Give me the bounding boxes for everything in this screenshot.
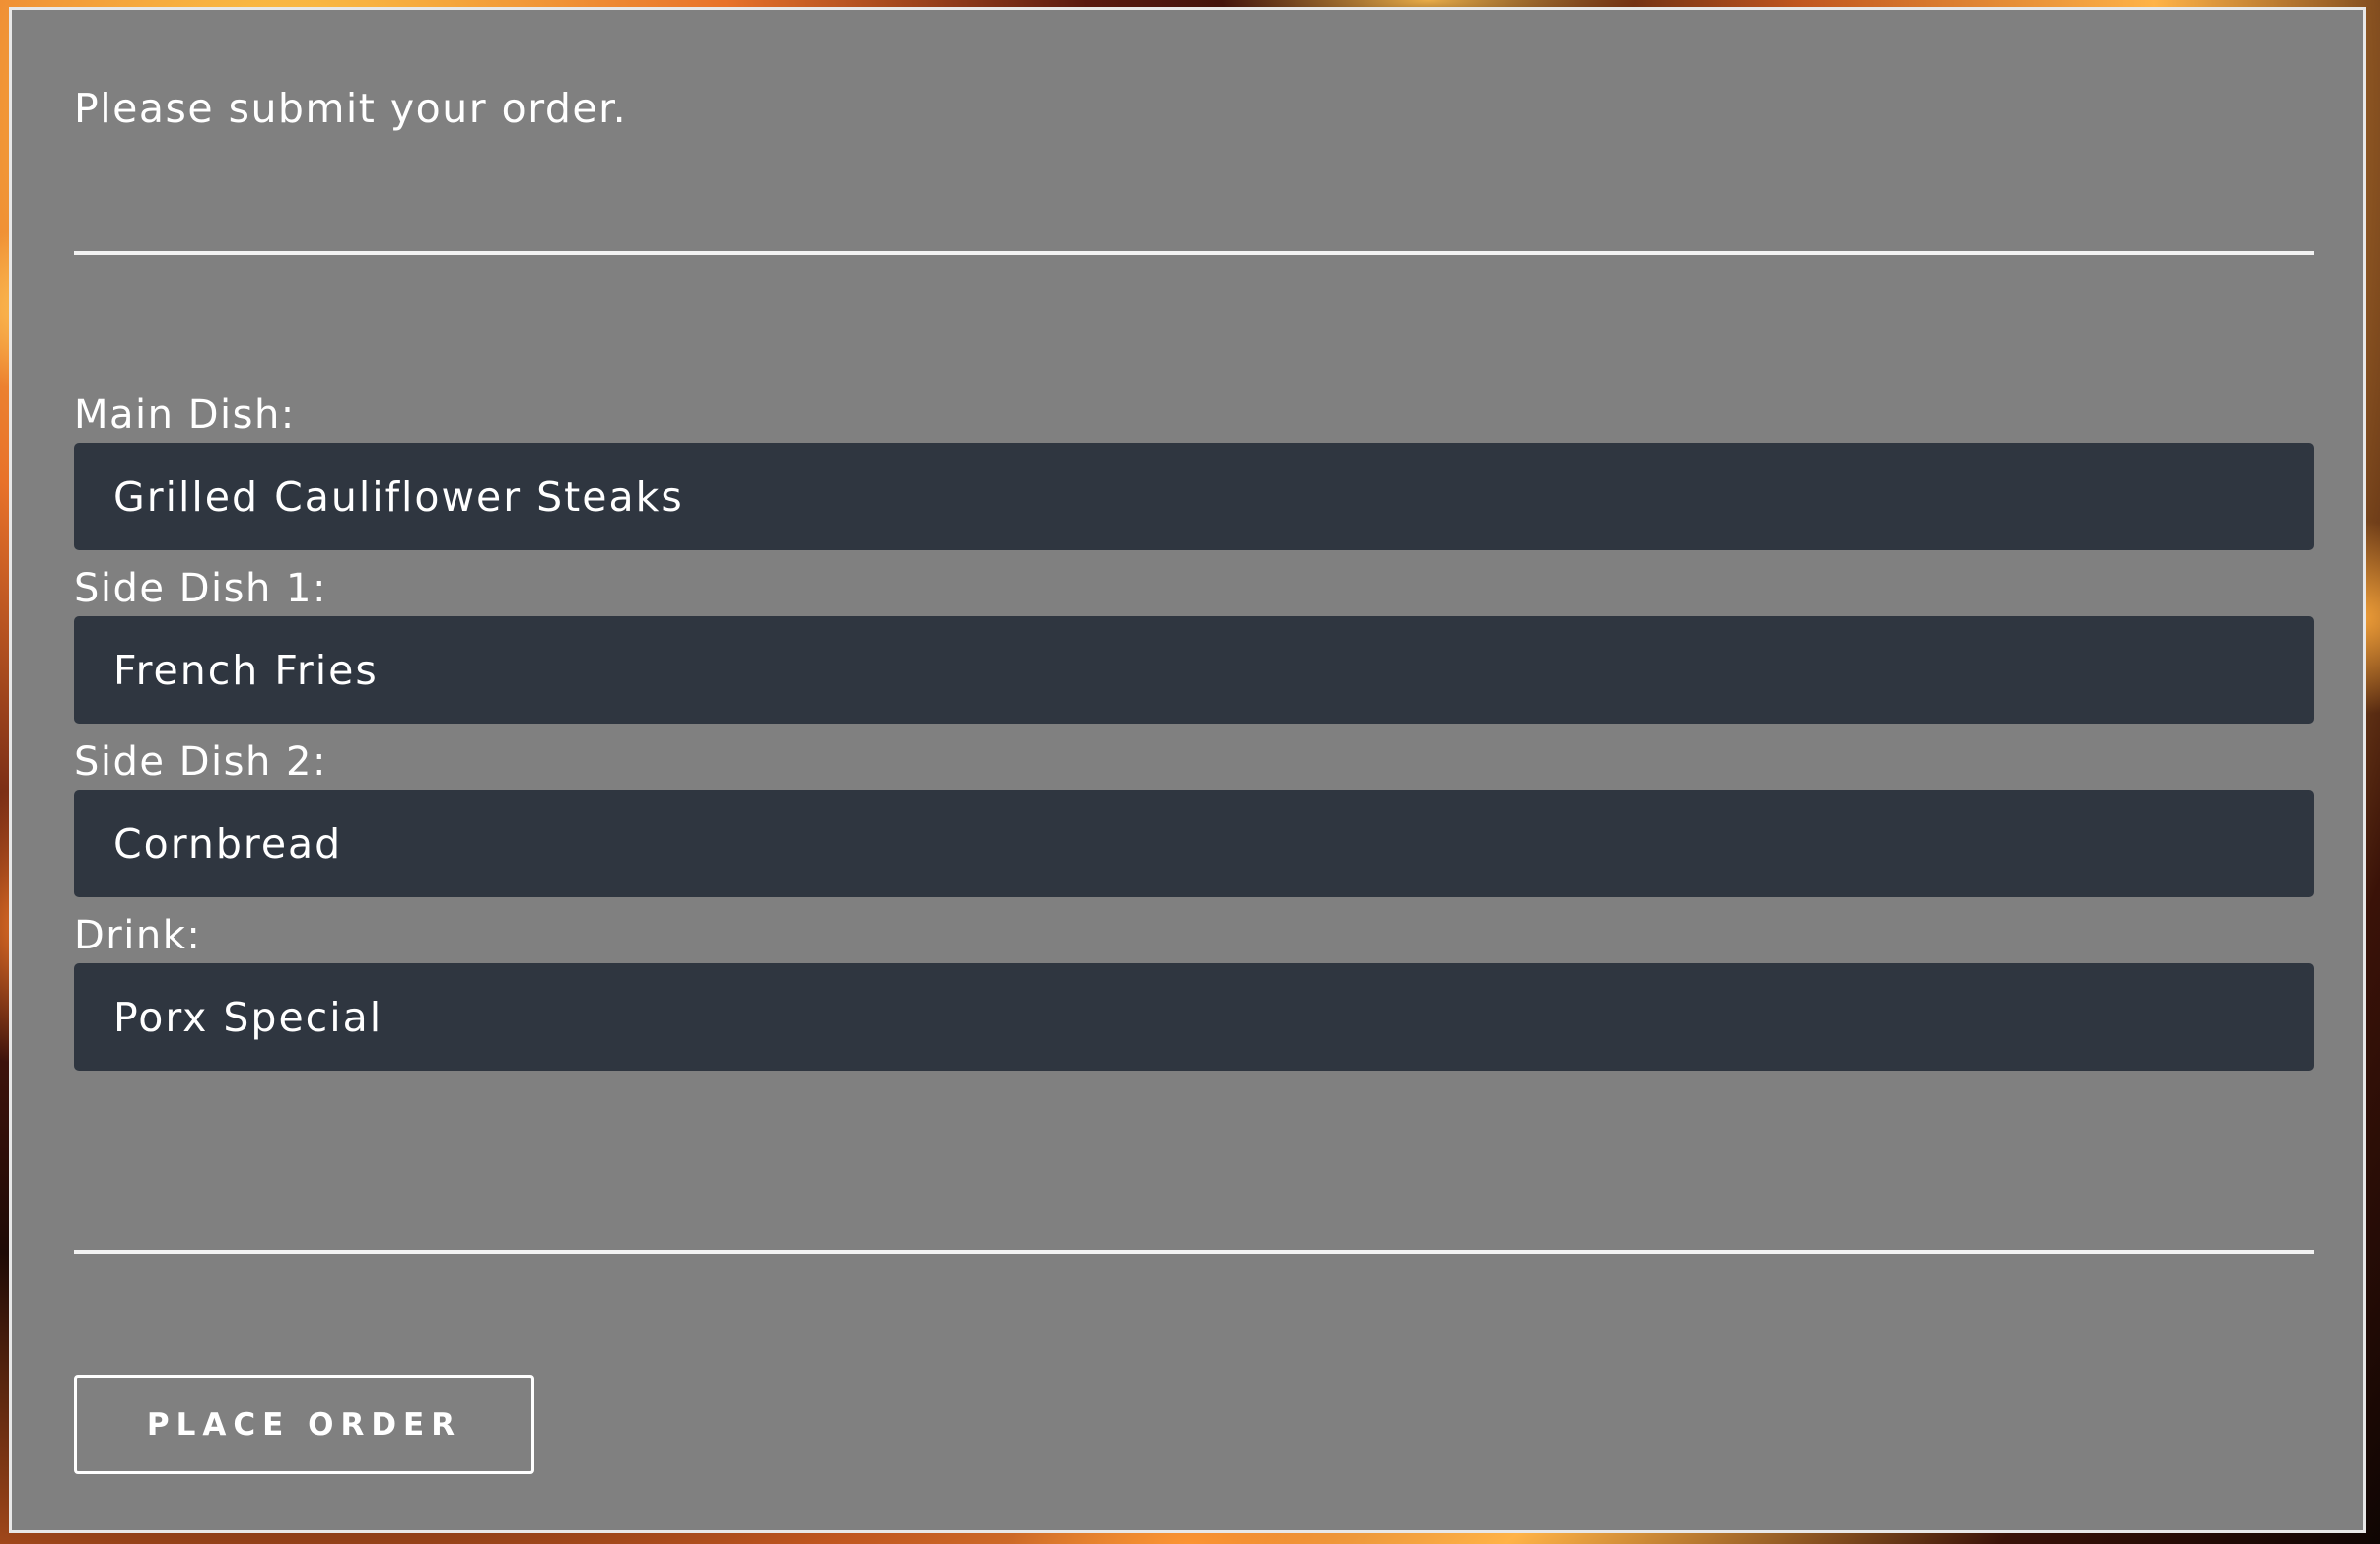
bottom-divider <box>74 1250 2314 1254</box>
order-form-panel: Please submit your order. Main Dish: Gri… <box>9 7 2366 1533</box>
top-divider <box>74 251 2314 255</box>
main-dish-field[interactable]: Grilled Cauliflower Steaks <box>74 443 2314 550</box>
side-dish-1-field[interactable]: French Fries <box>74 616 2314 724</box>
drink-field[interactable]: Porx Special <box>74 963 2314 1071</box>
place-order-button[interactable]: PLACE ORDER <box>74 1375 534 1474</box>
side-dish-2-field[interactable]: Cornbread <box>74 790 2314 897</box>
form-prompt: Please submit your order. <box>74 85 628 132</box>
drink-label: Drink: <box>74 913 202 958</box>
main-dish-label: Main Dish: <box>74 392 296 438</box>
side-dish-2-label: Side Dish 2: <box>74 739 327 785</box>
side-dish-1-label: Side Dish 1: <box>74 566 327 611</box>
